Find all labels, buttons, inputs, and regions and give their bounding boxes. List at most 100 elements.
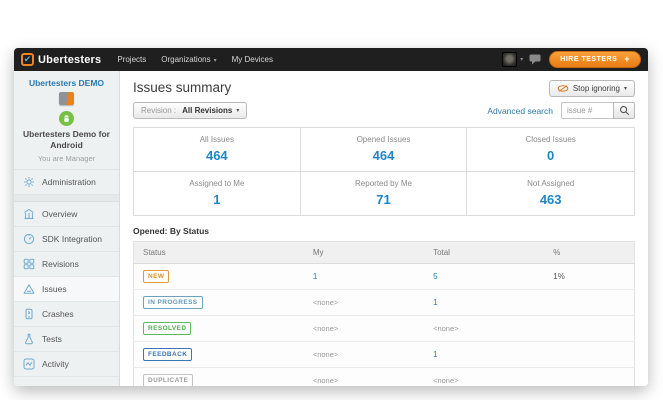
chevron-down-icon: ▾ [624,85,627,92]
revision-value: All Revisions [182,106,232,115]
user-role-text: You are Manager [19,154,114,163]
top-navbar: ✔ Ubertesters Projects Organizations▾ My… [14,48,648,71]
sidebar-item-administration[interactable]: Administration [14,170,119,195]
column-header-status: Status [134,242,304,264]
sidebar-item-crashes[interactable]: Crashes [14,302,119,327]
sidebar-item-label: SDK Integration [42,234,102,244]
total-count-link[interactable]: 5 [433,272,437,281]
stat-label: All Issues [134,135,300,144]
hire-testers-label: HIRE TESTERS [560,56,617,63]
my-count: <none> [313,298,338,307]
app-window: ✔ Ubertesters Projects Organizations▾ My… [14,48,648,386]
search-button[interactable] [613,102,635,119]
plus-icon: + [624,55,630,64]
stop-ignoring-label: Stop ignoring [573,84,620,93]
sidebar-item-activity[interactable]: Activity [14,352,119,377]
chevron-down-icon: ▾ [214,58,217,64]
advanced-search-link[interactable]: Advanced search [487,106,553,116]
stat-label: Closed Issues [467,135,634,144]
table-row: RESOLVED <none> <none> [134,316,635,342]
activity-chart-icon [23,358,35,370]
revision-label: Revision : [141,106,176,115]
table-row: FEEDBACK <none> 1 [134,342,635,368]
status-badge: IN PROGRESS [143,296,203,309]
stat-label: Reported by Me [301,179,467,188]
my-count-link[interactable]: 1 [313,272,317,281]
brand-name[interactable]: Ubertesters [38,54,101,66]
sidebar-item-label: Tests [42,334,62,344]
stat-label: Assigned to Me [134,179,300,188]
check-icon: ✔ [24,55,32,64]
flask-icon [23,333,35,345]
section-title: Opened: By Status [133,226,635,236]
stat-not-assigned: Not Assigned 463 [467,172,634,215]
sidebar-item-label: Issues [42,284,67,294]
stat-value[interactable]: 1 [134,192,300,207]
table-row: NEW 1 5 1% [134,264,635,290]
sidebar: Ubertesters DEMO Ubertesters Demo for An… [14,71,120,386]
table-row: DUPLICATE <none> <none> [134,368,635,387]
sidebar-item-label: Overview [42,209,77,219]
stop-ignoring-button[interactable]: Stop ignoring ▾ [549,80,635,97]
android-platform-icon [59,111,74,126]
sidebar-item-sdk-integration[interactable]: SDK Integration [14,227,119,252]
sidebar-item-label: Crashes [42,309,74,319]
overview-icon [23,208,35,220]
total-count: <none> [433,324,458,333]
my-count: <none> [313,350,338,359]
nav-item-my-devices[interactable]: My Devices [232,55,273,64]
nav-item-organizations[interactable]: Organizations▾ [161,55,216,64]
ubertesters-logo-icon[interactable]: ✔ [21,53,34,66]
total-count: <none> [433,376,458,385]
page-title: Issues summary [133,80,231,95]
nav-item-projects[interactable]: Projects [117,55,146,64]
stat-all-issues: All Issues 464 [134,128,301,172]
sidebar-item-issues[interactable]: Issues [14,277,119,302]
column-header-my: My [304,242,424,264]
project-name: Ubertesters Demo for Android [19,129,114,152]
status-badge: DUPLICATE [143,374,193,386]
total-count-link[interactable]: 1 [433,350,437,359]
sidebar-divider [14,195,119,202]
my-count: <none> [313,324,338,333]
stat-value[interactable]: 464 [134,148,300,163]
sidebar-profile: Ubertesters DEMO Ubertesters Demo for An… [14,71,119,170]
revision-dropdown[interactable]: Revision : All Revisions ▾ [133,102,247,119]
stat-value[interactable]: 464 [301,148,467,163]
eye-slash-icon [557,84,569,93]
stat-value[interactable]: 463 [467,192,634,207]
column-header-pct: % [544,242,634,264]
main-content: Issues summary Stop ignoring ▾ Revision … [120,71,648,386]
issue-number-input[interactable] [561,102,613,119]
status-table: Status My Total % NEW 1 5 1% [133,241,635,386]
chat-bubble-icon[interactable] [529,54,541,65]
stat-value[interactable]: 0 [467,148,634,163]
stat-opened-issues: Opened Issues 464 [301,128,468,172]
percent-value: 1% [553,272,565,281]
column-header-total: Total [424,242,544,264]
app-thumbnail-icon [59,92,74,105]
stat-value[interactable]: 71 [301,192,467,207]
stat-label: Not Assigned [467,179,634,188]
screenshot-stage: ✔ Ubertesters Projects Organizations▾ My… [0,0,663,400]
sidebar-item-label: Administration [42,177,96,187]
sidebar-item-tests[interactable]: Tests [14,327,119,352]
stat-reported-by-me: Reported by Me 71 [301,172,468,215]
navbar-menu: Projects Organizations▾ My Devices [117,55,273,64]
stat-closed-issues: Closed Issues 0 [467,128,634,172]
hire-testers-button[interactable]: HIRE TESTERS + [549,51,641,68]
avatar-chevron-down-icon[interactable]: ▾ [520,56,523,63]
my-count: <none> [313,376,338,385]
sidebar-item-revisions[interactable]: Revisions [14,252,119,277]
status-badge: NEW [143,270,169,283]
table-row: IN PROGRESS <none> 1 [134,290,635,316]
sidebar-item-label: Revisions [42,259,79,269]
user-avatar[interactable] [502,52,517,67]
sidebar-item-overview[interactable]: Overview [14,202,119,227]
stat-assigned-to-me: Assigned to Me 1 [134,172,301,215]
organization-link[interactable]: Ubertesters DEMO [19,78,114,88]
warning-triangle-icon [23,283,35,295]
total-count-link[interactable]: 1 [433,298,437,307]
stat-label: Opened Issues [301,135,467,144]
phone-crash-icon [23,308,35,320]
